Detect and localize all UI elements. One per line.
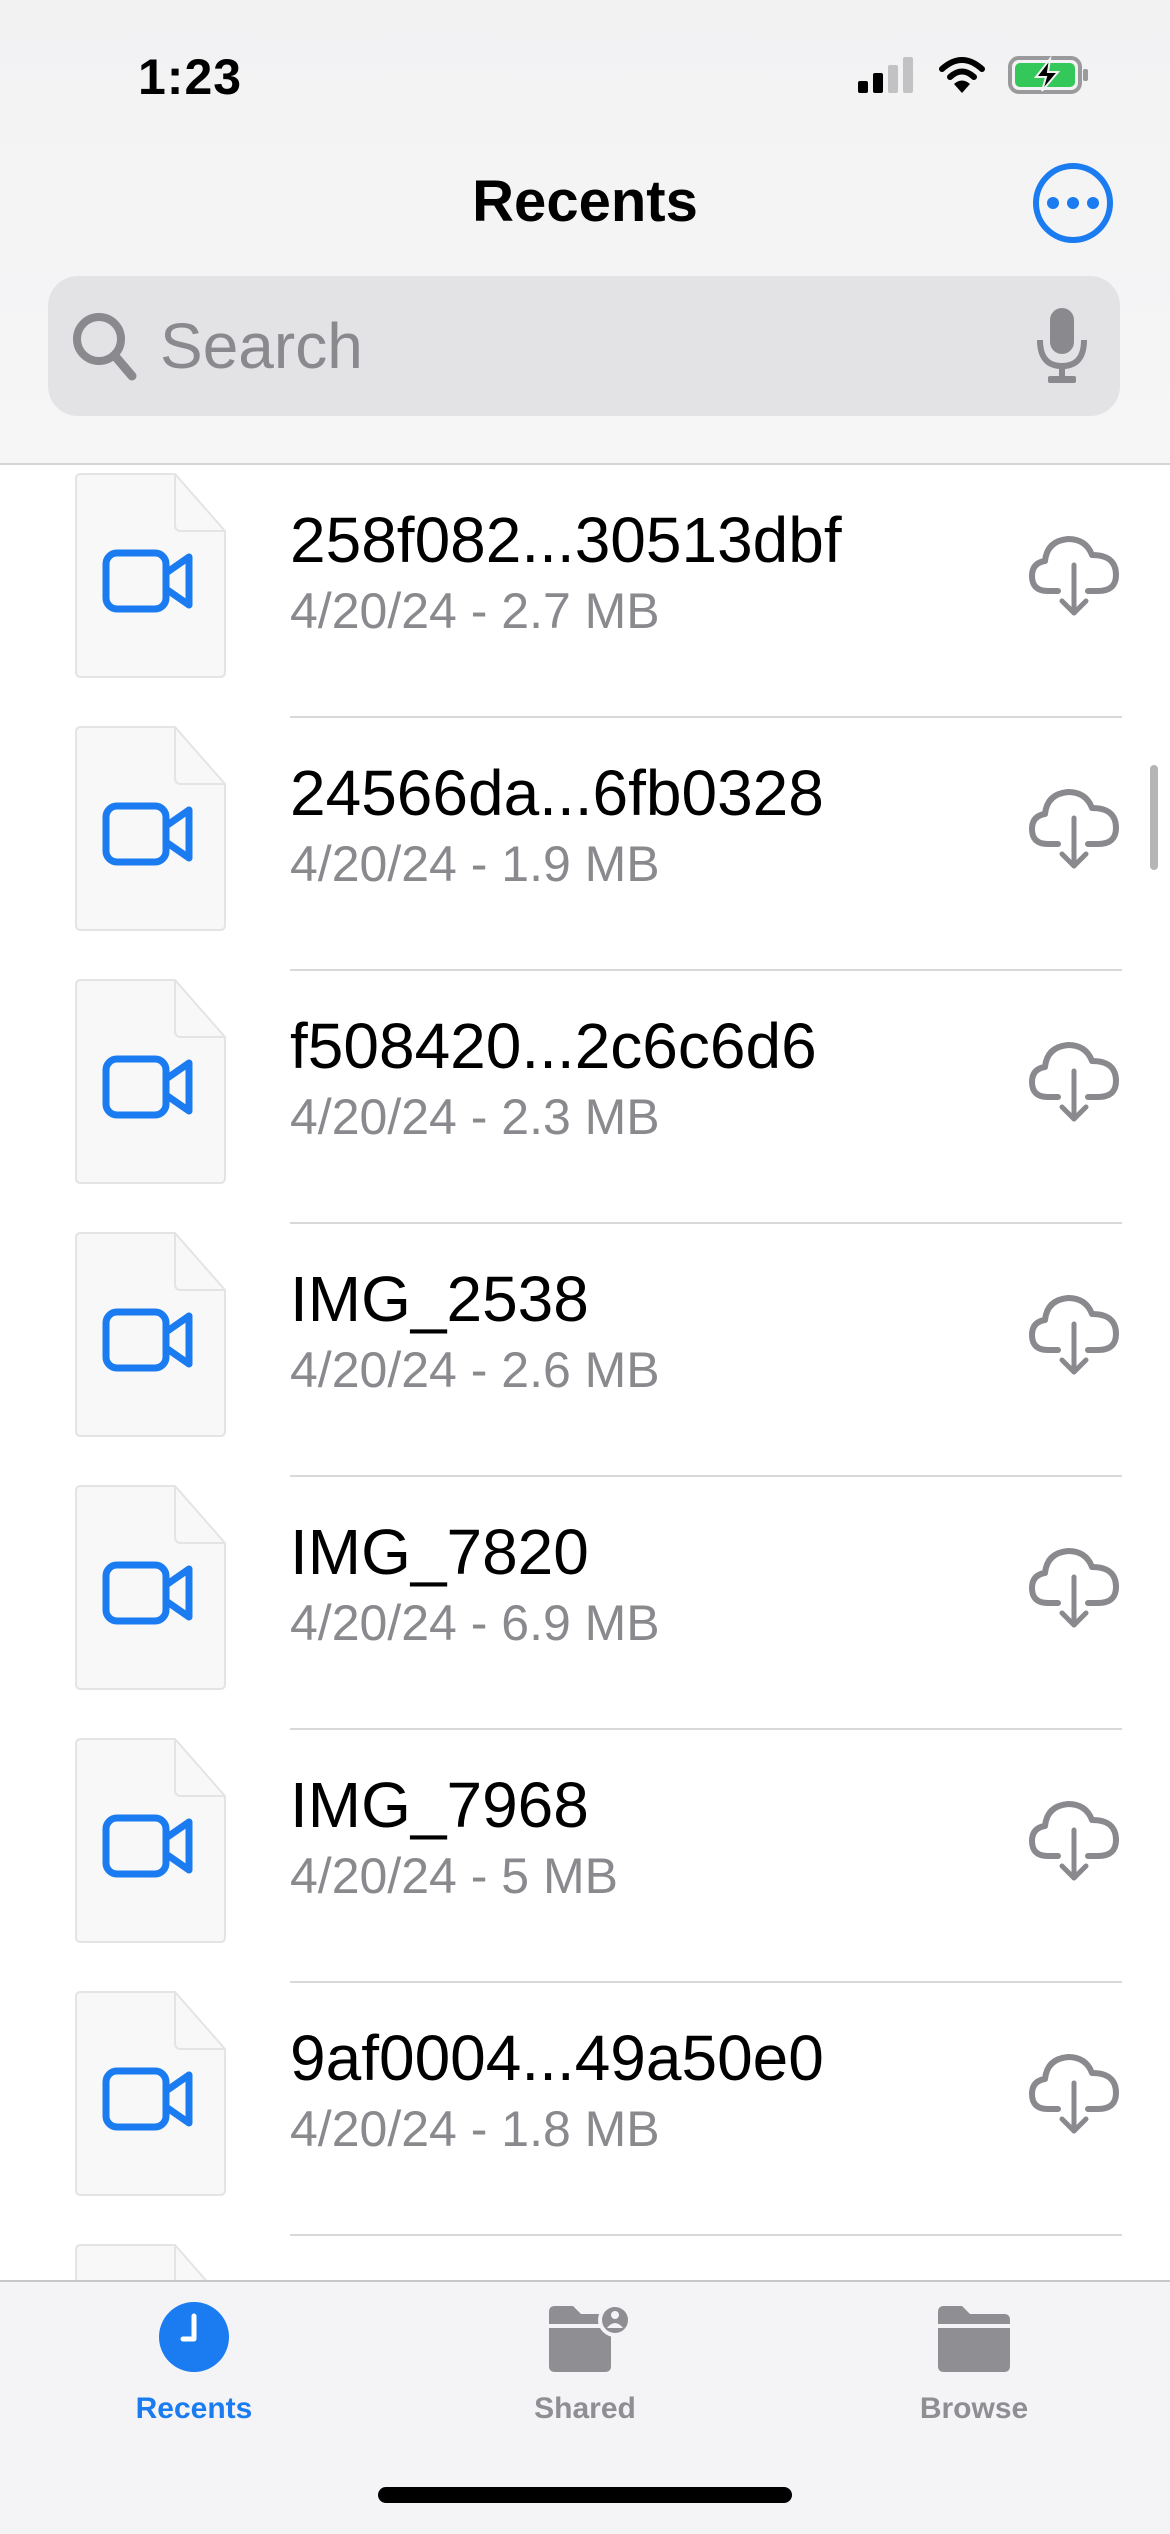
file-name: IMG_7968: [290, 1769, 589, 1841]
wifi-icon: [939, 57, 985, 93]
cloud-download-icon[interactable]: [1028, 535, 1120, 617]
video-file-thumbnail: [75, 1485, 226, 1690]
file-name: 24566da...6fb0328: [290, 757, 824, 829]
file-info: IMG_2538 4/20/24 - 2.6 MB: [290, 1260, 660, 1400]
file-info: IMG_7820 4/20/24 - 6.9 MB: [290, 1513, 660, 1653]
file-meta: 4/20/24 - 5 MB: [290, 1848, 618, 1904]
file-name: IMG_7820: [290, 1516, 589, 1588]
video-file-thumbnail: [75, 1738, 226, 1943]
scrollbar[interactable]: [1150, 765, 1158, 870]
file-row[interactable]: IMG_2538 4/20/24 - 2.6 MB: [0, 1224, 1170, 1477]
folder-icon: [938, 2306, 1010, 2372]
search-bar[interactable]: [48, 276, 1120, 416]
video-file-thumbnail: [75, 726, 226, 931]
shared-folder-icon: [549, 2303, 632, 2372]
home-indicator[interactable]: [378, 2487, 792, 2503]
cloud-download-icon[interactable]: [1028, 1294, 1120, 1376]
file-meta: 4/20/24 - 2.6 MB: [290, 1342, 660, 1398]
tab-label: Recents: [135, 2392, 253, 2425]
search-input[interactable]: [158, 308, 1034, 384]
status-icons: [856, 55, 1090, 95]
more-options-dot: [1087, 197, 1099, 209]
tab-browse[interactable]: Browse: [844, 2282, 1104, 2442]
file-row[interactable]: 258f082...30513dbf 4/20/24 - 2.7 MB: [0, 465, 1170, 718]
tab-label: Shared: [534, 2392, 636, 2425]
status-time: 1:23: [138, 49, 243, 105]
file-row[interactable]: 9af0004...49a50e0 4/20/24 - 1.8 MB: [0, 1983, 1170, 2236]
file-meta: 4/20/24 - 6.9 MB: [290, 1595, 660, 1651]
file-row[interactable]: IMG_7820 4/20/24 - 6.9 MB: [0, 1477, 1170, 1730]
file-row[interactable]: IMG_7968 4/20/24 - 5 MB: [0, 1730, 1170, 1983]
cloud-download-icon[interactable]: [1028, 1800, 1120, 1882]
file-info: IMG_7968 4/20/24 - 5 MB: [290, 1766, 618, 1906]
search-icon: [73, 313, 137, 381]
video-file-thumbnail: [75, 979, 226, 1184]
file-name: f508420...2c6c6d6: [290, 1010, 817, 1082]
video-file-thumbnail: [75, 473, 226, 678]
tab-shared[interactable]: Shared: [455, 2282, 715, 2442]
more-options-icon: [1047, 197, 1059, 209]
cloud-download-icon[interactable]: [1028, 1041, 1120, 1123]
more-options-dot: [1067, 197, 1079, 209]
file-info: 9af0004...49a50e0 4/20/24 - 1.8 MB: [290, 2019, 824, 2159]
file-meta: 4/20/24 - 1.8 MB: [290, 2101, 660, 2157]
video-file-thumbnail: [75, 1991, 226, 2196]
file-info: f508420...2c6c6d6 4/20/24 - 2.3 MB: [290, 1007, 817, 1147]
file-info: 258f082...30513dbf 4/20/24 - 2.7 MB: [290, 501, 842, 641]
file-meta: 4/20/24 - 2.3 MB: [290, 1089, 660, 1145]
microphone-icon[interactable]: [1034, 306, 1090, 386]
file-meta: 4/20/24 - 2.7 MB: [290, 583, 660, 639]
cloud-download-icon[interactable]: [1028, 1547, 1120, 1629]
cloud-download-icon[interactable]: [1028, 788, 1120, 870]
cellular-signal-icon: [858, 57, 913, 93]
file-name: 9af0004...49a50e0: [290, 2022, 824, 2094]
navigation-header: 1:23 Recents: [0, 0, 1170, 465]
clock-icon: [159, 2302, 229, 2372]
file-list: 258f082...30513dbf 4/20/24 - 2.7 MB 2456…: [0, 465, 1170, 2489]
tab-label: Browse: [919, 2392, 1029, 2425]
tab-recents[interactable]: Recents: [64, 2282, 324, 2442]
cloud-download-icon[interactable]: [1028, 2053, 1120, 2135]
file-info: 24566da...6fb0328 4/20/24 - 1.9 MB: [290, 754, 824, 894]
battery-charging-icon: [1008, 55, 1088, 94]
page-title: Recents: [472, 169, 698, 234]
file-name: 258f082...30513dbf: [290, 504, 842, 576]
video-file-thumbnail: [75, 1232, 226, 1437]
more-options-button[interactable]: [1033, 163, 1113, 243]
file-row[interactable]: 24566da...6fb0328 4/20/24 - 1.9 MB: [0, 718, 1170, 971]
file-row[interactable]: f508420...2c6c6d6 4/20/24 - 2.3 MB: [0, 971, 1170, 1224]
file-meta: 4/20/24 - 1.9 MB: [290, 836, 660, 892]
file-name: IMG_2538: [290, 1263, 589, 1335]
